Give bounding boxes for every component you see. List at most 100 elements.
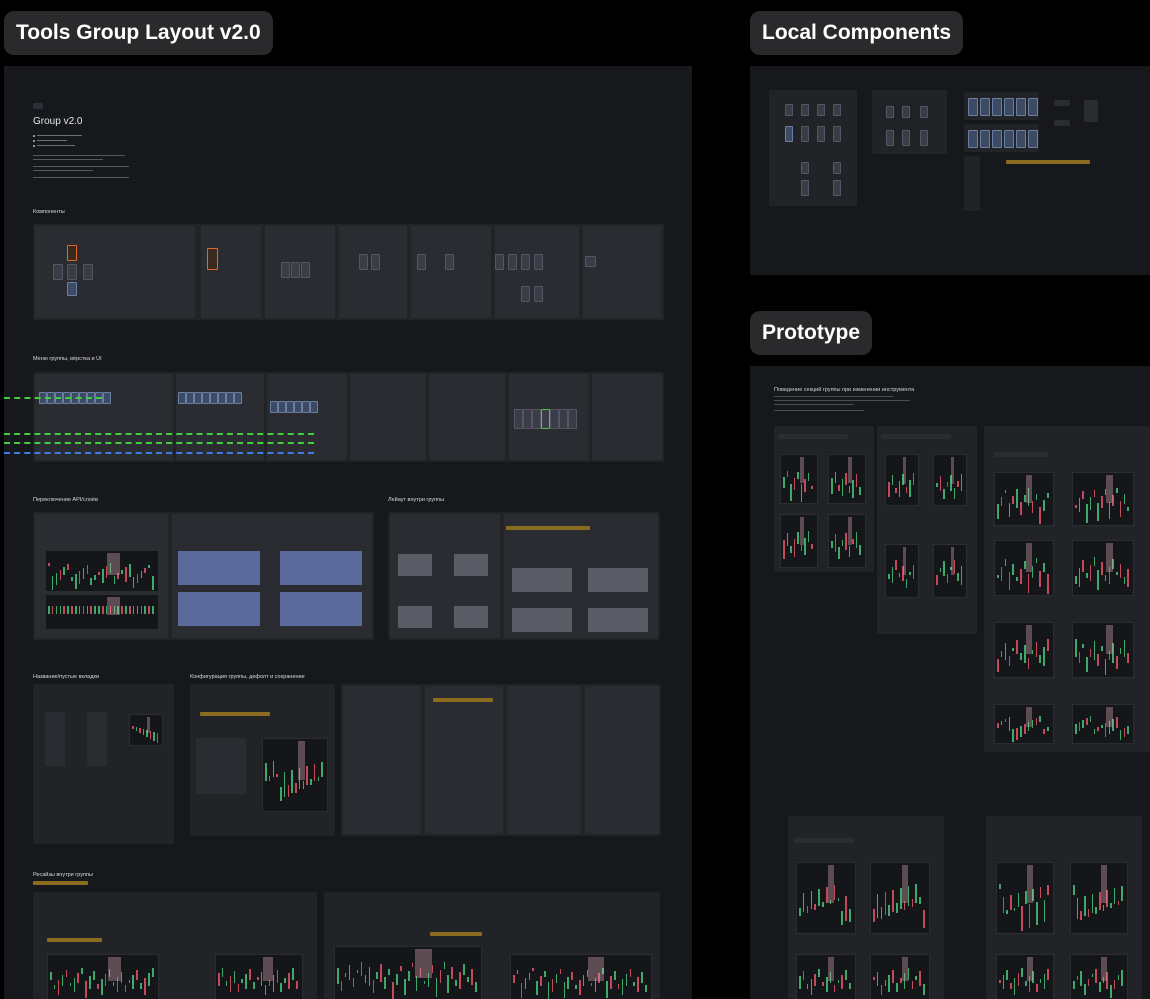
tool-row[interactable] [39,392,111,414]
chart-candle [55,606,58,614]
chart-candle [1008,717,1011,731]
chart-candle [1113,888,1116,904]
tool-chip[interactable] [359,254,368,270]
chart-candle [104,974,107,986]
tool-chip[interactable] [371,254,380,270]
chart-candle [1016,489,1018,508]
scenario-panel-5[interactable] [986,816,1142,999]
chart-highlight-column [1026,475,1032,503]
chart-highlight-column [1026,625,1032,654]
tool-chip[interactable] [521,286,530,302]
chart-candle [915,884,917,903]
components-panel[interactable] [33,224,664,320]
chart-candle [892,890,894,912]
chart-candle [1086,504,1088,523]
scenario-panel-1[interactable] [774,426,874,572]
component-column[interactable] [964,156,980,211]
frame-title-prototype[interactable]: Prototype [750,311,873,355]
chart-candle [1080,911,1082,920]
scenario-panel-3[interactable] [984,426,1150,752]
chart-candle [1008,656,1011,666]
tool-chip[interactable] [67,282,77,296]
component-variants[interactable] [769,90,857,206]
chart-candle [90,578,92,585]
chart-candle [1002,897,1005,913]
tool-row[interactable] [178,392,246,414]
chart-preview [994,540,1054,596]
menu-sub [35,374,173,460]
chart-candle [1086,657,1088,672]
mini-control[interactable] [1054,100,1070,106]
chart-preview [1072,622,1134,678]
tool-chip[interactable] [534,286,543,302]
tabs-panel[interactable] [33,684,174,844]
scenario-panel-4[interactable] [788,816,944,999]
tool-chip[interactable] [445,254,454,270]
frame-title-tools-group-layout[interactable]: Tools Group Layout v2.0 [4,11,273,55]
layout-block [398,554,432,576]
chart-candle [1087,979,1090,986]
chart-candle [1043,563,1045,572]
tool-chip[interactable] [585,256,596,267]
chart-candle [1016,728,1018,740]
save-panel[interactable] [341,684,661,836]
tool-chip[interactable] [534,254,543,270]
tool-chip[interactable] [67,264,77,280]
resize-panel[interactable] [33,892,317,999]
chart-candle [310,779,312,785]
chart-candle [1017,973,1020,986]
tool-chip[interactable] [67,245,77,261]
tool-chip[interactable] [521,254,530,270]
chart-candle [1127,569,1129,587]
tool-row[interactable] [270,401,340,413]
chart-candle [849,983,851,989]
chart-highlight-column [1106,625,1113,654]
prototype-frame[interactable]: Поведение секций группы при изменении ин… [750,366,1150,999]
tool-chip[interactable] [53,264,63,280]
chart-candle [912,565,914,579]
chart-candle [287,785,289,797]
chart-candle [837,980,840,983]
tools-group-layout-frame[interactable]: Group v2.0 Компоненты Меню группы, вёрст… [4,66,692,999]
chart-candle [75,574,77,589]
warning-note [47,938,102,942]
tool-chip[interactable] [291,262,300,278]
mini-control[interactable] [1054,120,1070,126]
chart-candle [822,982,824,986]
mini-toggle-group[interactable] [1084,100,1098,122]
local-components-frame[interactable] [750,66,1150,275]
chart-candle [1093,729,1096,734]
chart-candle [804,479,806,492]
tool-chip[interactable] [508,254,517,270]
component-tool-row[interactable] [964,124,1039,152]
component-variants[interactable] [872,90,947,154]
tool-chip-selected[interactable] [207,248,218,270]
tool-chip[interactable] [417,254,426,270]
chart-candle [513,975,515,983]
tool-chip[interactable] [301,262,310,278]
config-panel[interactable] [190,684,335,836]
chart-candle [818,969,820,977]
chart-candle [1084,984,1086,995]
layout-panel[interactable] [388,512,660,640]
chart-candle [82,606,85,614]
tool-row[interactable] [514,409,594,431]
scenario-panel-2[interactable] [877,426,977,634]
chart-candle [800,484,803,502]
chart-candle [797,472,799,479]
tool-chip[interactable] [281,262,290,278]
frame-title-local-components[interactable]: Local Components [750,11,964,55]
component-tool-row[interactable] [964,92,1039,120]
chart-candle [1075,505,1077,508]
chart-candle [94,575,96,580]
chart-candle [645,985,647,992]
components-tools-sub [201,226,261,318]
tool-chip[interactable] [83,264,93,280]
tool-chip[interactable] [495,254,504,270]
chart-candle [1117,975,1120,980]
chart-candle [1101,496,1103,508]
resize-panel-2[interactable] [324,892,660,999]
chart-candle [923,910,925,928]
save-sub [343,686,421,834]
api-panel[interactable] [33,512,374,640]
